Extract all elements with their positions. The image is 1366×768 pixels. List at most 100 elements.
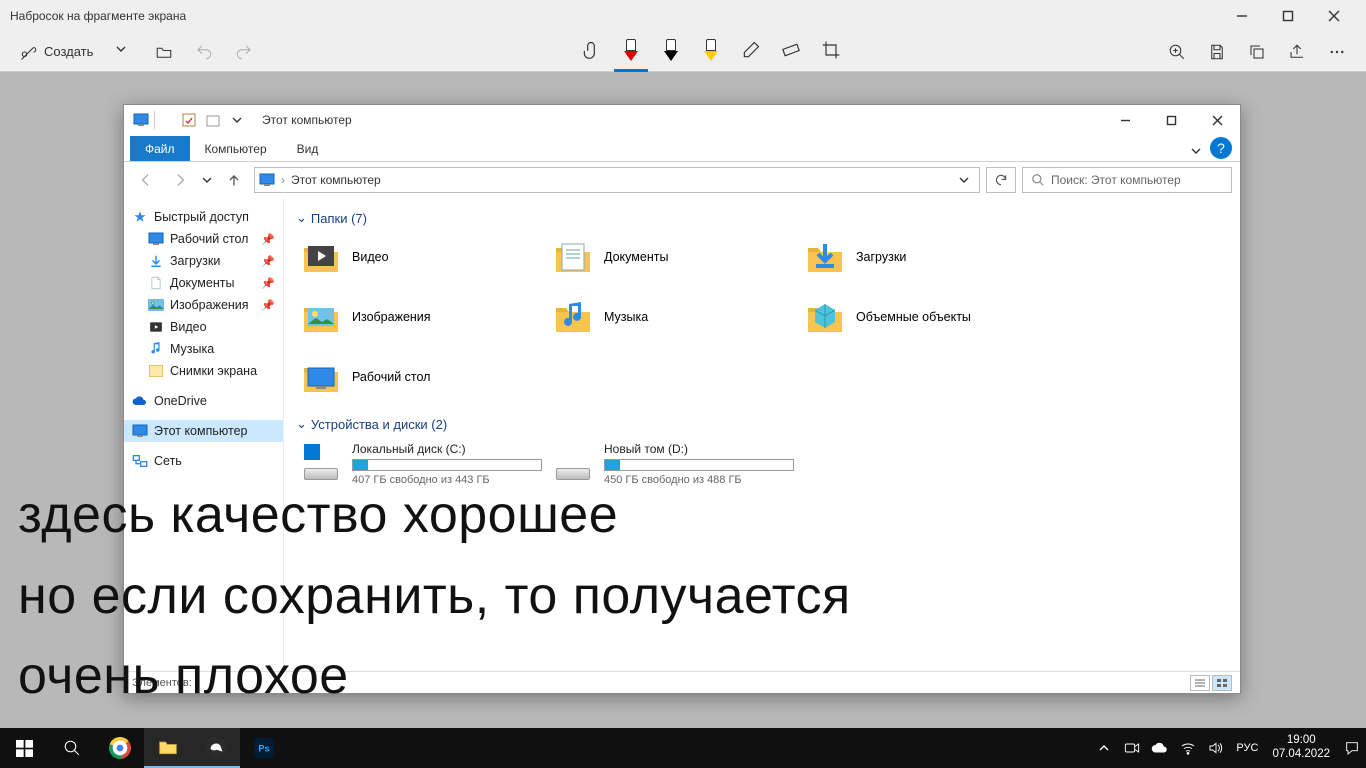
search-button[interactable]	[48, 728, 96, 768]
qat-dropdown[interactable]	[226, 109, 248, 131]
crop-button[interactable]	[814, 32, 848, 72]
tray-meet-now-icon[interactable]	[1118, 728, 1146, 768]
sidebar-item[interactable]: Видео	[124, 316, 283, 338]
maximize-button[interactable]	[1266, 0, 1310, 32]
group-drives-header[interactable]: ⌄ Устройства и диски (2)	[296, 416, 1228, 432]
pen-red-button[interactable]	[614, 32, 648, 72]
sidebar-quick-access[interactable]: Быстрый доступ	[124, 206, 283, 228]
new-snip-dropdown[interactable]	[107, 36, 141, 68]
folder-icon	[300, 236, 342, 278]
start-button[interactable]	[0, 728, 48, 768]
nav-forward[interactable]	[166, 166, 194, 194]
new-snip-button[interactable]: Создать	[12, 36, 101, 68]
view-details[interactable]	[1190, 675, 1210, 691]
explorer-title: Этот компьютер	[254, 113, 352, 127]
address-dropdown[interactable]	[953, 175, 975, 185]
nav-back[interactable]	[132, 166, 160, 194]
taskbar-explorer[interactable]	[144, 728, 192, 768]
folder-icon	[552, 236, 594, 278]
drive-item[interactable]: Локальный диск (C:)407 ГБ свободно из 44…	[296, 438, 546, 490]
explorer-close[interactable]	[1194, 105, 1240, 135]
ribbon-tab-view[interactable]: Вид	[282, 136, 334, 161]
folder-icon	[148, 253, 164, 269]
explorer-navbar: › Этот компьютер Поиск: Этот компьютер	[124, 162, 1240, 198]
highlighter-button[interactable]	[694, 32, 728, 72]
zoom-button[interactable]	[1160, 36, 1194, 68]
tray-clock[interactable]: 19:00 07.04.2022	[1264, 734, 1338, 762]
sidebar-item[interactable]: Рабочий стол📌	[124, 228, 283, 250]
folder-item[interactable]: Музыка	[548, 292, 798, 342]
tray-notifications[interactable]	[1338, 728, 1366, 768]
sidebar-this-pc[interactable]: Этот компьютер	[124, 420, 283, 442]
ribbon-tab-computer[interactable]: Компьютер	[190, 136, 282, 161]
nav-recent[interactable]	[200, 166, 214, 194]
tray-onedrive-icon[interactable]	[1146, 728, 1174, 768]
app-title: Набросок на фрагменте экрана	[10, 9, 186, 23]
save-button[interactable]	[1200, 36, 1234, 68]
window-buttons	[1220, 0, 1356, 32]
system-tray: РУС 19:00 07.04.2022	[1090, 728, 1366, 768]
star-icon	[132, 209, 148, 225]
pin-icon: 📌	[261, 277, 275, 290]
ruler-button[interactable]	[774, 32, 808, 72]
drive-item[interactable]: Новый том (D:)450 ГБ свободно из 488 ГБ	[548, 438, 798, 490]
view-large-icons[interactable]	[1212, 675, 1232, 691]
taskbar-chrome[interactable]	[96, 728, 144, 768]
touch-write-button[interactable]	[574, 32, 608, 72]
nav-up[interactable]	[220, 166, 248, 194]
qat-sep	[154, 111, 176, 129]
sidebar-item[interactable]: Снимки экрана	[124, 360, 283, 382]
explorer-maximize[interactable]	[1148, 105, 1194, 135]
qat-newfolder-icon[interactable]	[202, 109, 224, 131]
address-bar[interactable]: › Этот компьютер	[254, 167, 980, 193]
copy-button[interactable]	[1240, 36, 1274, 68]
more-button[interactable]	[1320, 36, 1354, 68]
folder-item[interactable]: Изображения	[296, 292, 546, 342]
explorer-minimize[interactable]	[1102, 105, 1148, 135]
folder-item[interactable]: Объемные объекты	[800, 292, 1050, 342]
ribbon-expand[interactable]	[1190, 145, 1202, 157]
taskbar-photoshop[interactable]: Ps	[240, 728, 288, 768]
redo-button[interactable]	[227, 36, 261, 68]
taskbar-snip-sketch[interactable]	[192, 728, 240, 768]
breadcrumb[interactable]: Этот компьютер	[291, 173, 381, 187]
folder-icon	[804, 236, 846, 278]
sidebar-item[interactable]: Музыка	[124, 338, 283, 360]
explorer-system-icon[interactable]	[130, 109, 152, 131]
minimize-button[interactable]	[1220, 0, 1264, 32]
folder-item[interactable]: Рабочий стол	[296, 352, 546, 402]
eraser-button[interactable]	[734, 32, 768, 72]
folder-icon	[148, 341, 164, 357]
explorer-body: Быстрый доступ Рабочий стол📌Загрузки📌Док…	[124, 198, 1240, 671]
tray-language[interactable]: РУС	[1230, 742, 1264, 754]
sidebar-item[interactable]: Загрузки📌	[124, 250, 283, 272]
folder-item[interactable]: Видео	[296, 232, 546, 282]
ribbon-tab-file[interactable]: Файл	[130, 136, 190, 161]
explorer-titlebar[interactable]: Этот компьютер	[124, 105, 1240, 135]
explorer-content[interactable]: ⌄ Папки (7) ВидеоДокументыЗагрузки Изобра…	[284, 198, 1240, 671]
app-toolbar: Создать	[0, 32, 1366, 72]
share-button[interactable]	[1280, 36, 1314, 68]
tray-volume-icon[interactable]	[1202, 728, 1230, 768]
tray-overflow[interactable]	[1090, 728, 1118, 768]
undo-button[interactable]	[187, 36, 221, 68]
chevron-down-icon: ⌄	[296, 210, 307, 226]
folder-item[interactable]: Загрузки	[800, 232, 1050, 282]
folder-item[interactable]: Документы	[548, 232, 798, 282]
search-box[interactable]: Поиск: Этот компьютер	[1022, 167, 1232, 193]
folder-icon	[148, 275, 164, 291]
qat-properties-icon[interactable]	[178, 109, 200, 131]
sidebar-onedrive[interactable]: OneDrive	[124, 390, 283, 412]
sidebar-network[interactable]: Сеть	[124, 450, 283, 472]
open-file-button[interactable]	[147, 36, 181, 68]
folder-icon	[148, 297, 164, 313]
pencil-button[interactable]	[654, 32, 688, 72]
close-button[interactable]	[1312, 0, 1356, 32]
nav-refresh[interactable]	[986, 167, 1016, 193]
sidebar-item[interactable]: Документы📌	[124, 272, 283, 294]
group-folders-header[interactable]: ⌄ Папки (7)	[296, 210, 1228, 226]
ribbon-help[interactable]: ?	[1210, 137, 1232, 159]
folder-icon	[148, 363, 164, 379]
sidebar-item[interactable]: Изображения📌	[124, 294, 283, 316]
tray-wifi-icon[interactable]	[1174, 728, 1202, 768]
